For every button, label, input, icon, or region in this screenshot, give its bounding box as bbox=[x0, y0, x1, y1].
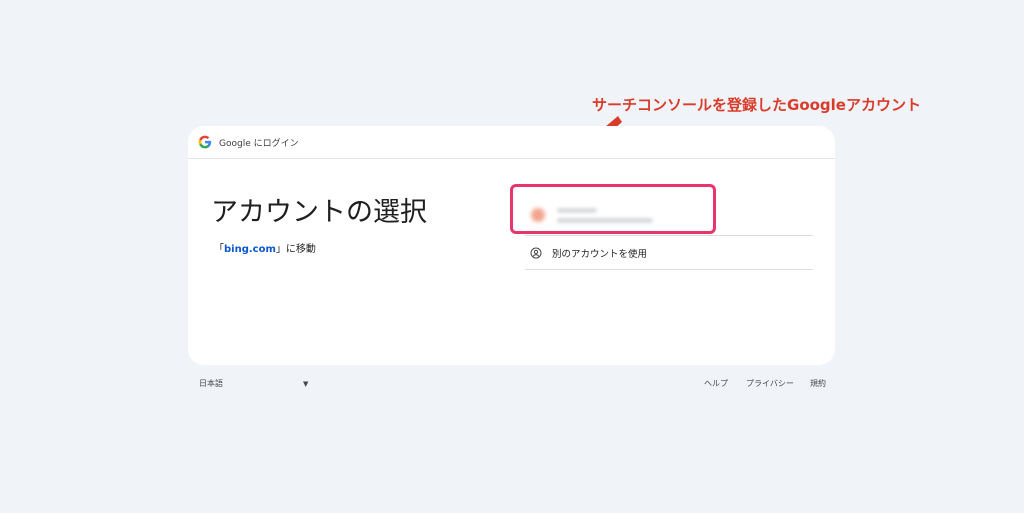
language-selector[interactable]: 日本語 ▼ bbox=[199, 378, 308, 389]
account-circle-icon bbox=[530, 247, 542, 259]
subtitle-suffix: 」に移動 bbox=[275, 244, 316, 255]
page-title: アカウントの選択 bbox=[211, 197, 427, 228]
account-item[interactable] bbox=[525, 196, 813, 234]
use-another-account-label: 別のアカウントを使用 bbox=[552, 249, 648, 260]
language-label: 日本語 bbox=[199, 379, 223, 388]
continue-to-link[interactable]: bing.com bbox=[224, 244, 276, 255]
terms-link[interactable]: 規約 bbox=[810, 378, 826, 389]
privacy-link[interactable]: プライバシー bbox=[746, 378, 794, 389]
subtitle: 「bing.com」に移動 bbox=[214, 240, 316, 255]
avatar bbox=[531, 208, 545, 222]
card-header: Google にログイン bbox=[188, 126, 835, 159]
divider bbox=[525, 235, 813, 236]
caret-down-icon: ▼ bbox=[303, 379, 309, 388]
header-brand-text: Google にログイン bbox=[219, 138, 299, 149]
help-link[interactable]: ヘルプ bbox=[704, 378, 728, 389]
google-g-icon bbox=[198, 135, 212, 149]
signin-card: Google にログイン アカウントの選択 「bing.com」に移動 別のアカ… bbox=[188, 126, 835, 365]
use-another-account-button[interactable]: 別のアカウントを使用 bbox=[525, 237, 813, 269]
divider bbox=[525, 269, 813, 270]
subtitle-prefix: 「 bbox=[214, 244, 224, 255]
account-details-blurred bbox=[557, 207, 653, 223]
annotation-label: サーチコンソールを登録したGoogleアカウント bbox=[592, 96, 921, 114]
